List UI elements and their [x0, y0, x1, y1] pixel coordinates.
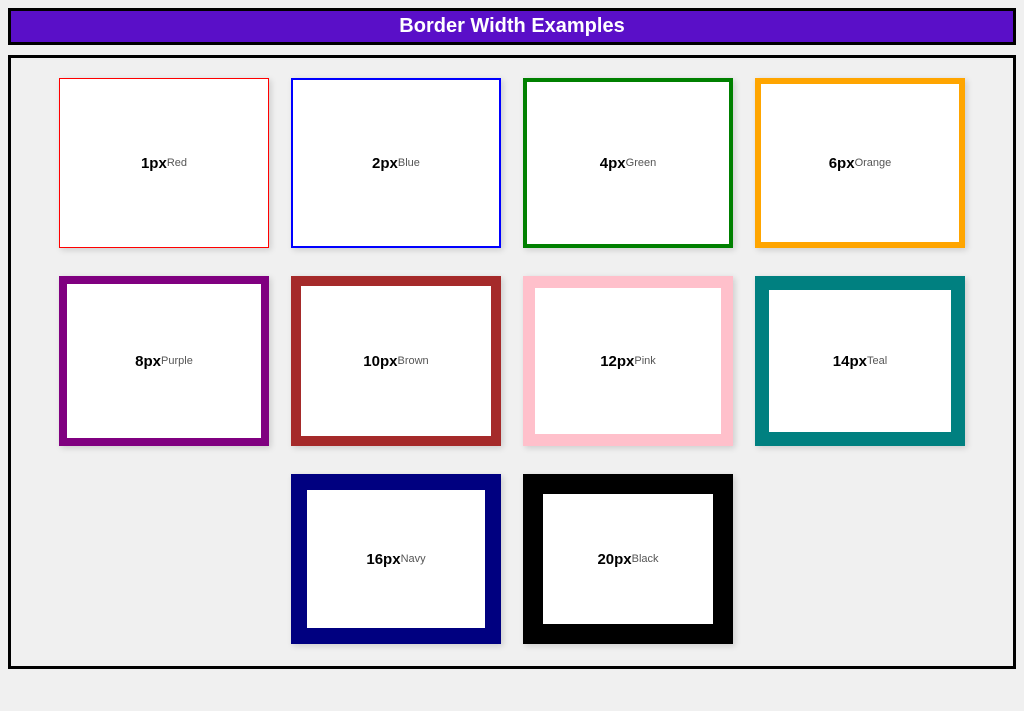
card-color-label: Black — [632, 553, 659, 565]
card-width-label: 12px — [600, 353, 634, 370]
card-color-label: Pink — [634, 355, 655, 367]
card-color-label: Green — [626, 157, 657, 169]
card-width-label: 14px — [833, 353, 867, 370]
border-card: 8pxPurple — [59, 276, 269, 446]
card-width-label: 20px — [597, 551, 631, 568]
card-width-label: 4px — [600, 155, 626, 172]
border-card: 10pxBrown — [291, 276, 501, 446]
card-width-label: 10px — [363, 353, 397, 370]
border-card: 14pxTeal — [755, 276, 965, 446]
border-card: 20pxBlack — [523, 474, 733, 644]
border-card: 2pxBlue — [291, 78, 501, 248]
page-title: Border Width Examples — [8, 8, 1016, 45]
card-width-label: 1px — [141, 155, 167, 172]
card-color-label: Red — [167, 157, 187, 169]
card-width-label: 6px — [829, 155, 855, 172]
card-color-label: Purple — [161, 355, 193, 367]
card-color-label: Teal — [867, 355, 887, 367]
card-color-label: Orange — [855, 157, 892, 169]
border-card: 6pxOrange — [755, 78, 965, 248]
examples-container: 1pxRed 2pxBlue 4pxGreen 6pxOrange 8pxPur… — [8, 55, 1016, 669]
card-width-label: 8px — [135, 353, 161, 370]
card-width-label: 16px — [366, 551, 400, 568]
cards-grid: 1pxRed 2pxBlue 4pxGreen 6pxOrange 8pxPur… — [29, 78, 995, 644]
card-color-label: Blue — [398, 157, 420, 169]
border-card: 4pxGreen — [523, 78, 733, 248]
border-card: 1pxRed — [59, 78, 269, 248]
card-color-label: Brown — [398, 355, 429, 367]
card-color-label: Navy — [401, 553, 426, 565]
card-width-label: 2px — [372, 155, 398, 172]
border-card: 16pxNavy — [291, 474, 501, 644]
border-card: 12pxPink — [523, 276, 733, 446]
